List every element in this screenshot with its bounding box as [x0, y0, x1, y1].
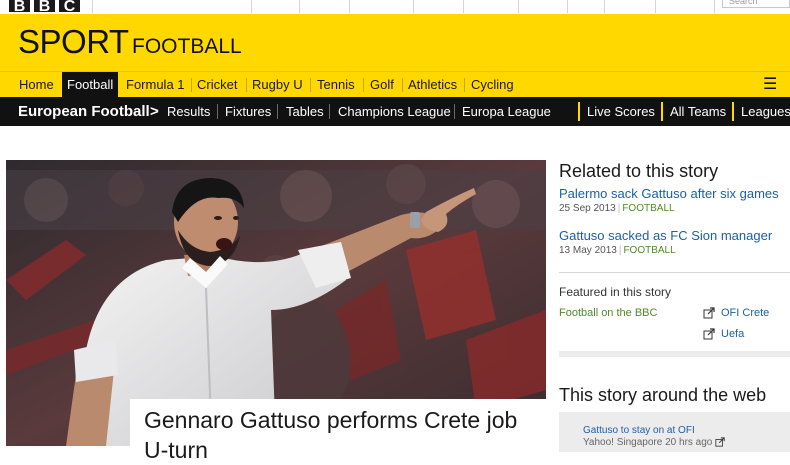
external-link-label[interactable]: Uefa: [721, 328, 744, 340]
topnav-divider: [251, 0, 252, 13]
topnav-divider: [604, 0, 605, 13]
nav-divider: [402, 78, 403, 92]
sidebar-divider-band: [559, 351, 790, 357]
subnav-leagues[interactable]: Leagues: [741, 97, 790, 126]
article-headline: Gennaro Gattuso performs Crete job U-tur…: [144, 407, 518, 463]
topnav-divider: [463, 0, 464, 13]
related-title: Related to this story: [559, 161, 719, 181]
featured-external-link[interactable]: Uefa: [703, 328, 744, 340]
related-story-link[interactable]: Palermo sack Gattuso after six games: [559, 186, 779, 201]
subnav-divider-yellow: [578, 102, 580, 121]
nav-divider: [363, 78, 364, 92]
topnav-divider: [655, 0, 656, 13]
related-story-category[interactable]: FOOTBALL: [622, 203, 674, 214]
subnav-all-teams[interactable]: All Teams: [670, 97, 726, 126]
search-input[interactable]: Search: [722, 0, 790, 8]
subnav-results[interactable]: Results: [167, 97, 210, 126]
nav-item-tennis[interactable]: Tennis: [317, 72, 355, 97]
bbc-logo-letter-b1[interactable]: B: [9, 0, 30, 14]
sport-banner: SPORT FOOTBALL: [0, 14, 790, 71]
nav-divider: [191, 78, 192, 92]
subnav-fixtures[interactable]: Fixtures: [225, 97, 271, 126]
featured-title: Featured in this story: [559, 285, 672, 299]
related-story-category[interactable]: FOOTBALL: [623, 245, 675, 256]
headline-box: Gennaro Gattuso performs Crete job U-tur…: [130, 399, 546, 463]
nav-item-golf[interactable]: Golf: [370, 72, 394, 97]
subnav-divider-yellow: [661, 102, 663, 121]
nav-divider: [310, 78, 311, 92]
sport-nav: Home Football Formula 1 Cricket Rugby U …: [0, 71, 790, 97]
nav-divider: [464, 78, 465, 92]
bbc-logo-letter-b2[interactable]: B: [34, 0, 55, 14]
topnav-divider: [567, 0, 568, 13]
subnav-live-scores[interactable]: Live Scores: [587, 97, 655, 126]
related-story-meta: 25 Sep 2013 | FOOTBALL: [559, 203, 675, 214]
subnav-champions-league[interactable]: Champions League: [338, 97, 451, 126]
related-story-date: 13 May 2013: [559, 245, 617, 256]
bbc-logo-letter-c[interactable]: C: [59, 0, 80, 14]
nav-item-rugby-u[interactable]: Rugby U: [252, 72, 303, 97]
nav-item-formula-1[interactable]: Formula 1: [126, 72, 185, 97]
european-football-nav: European Football > Results Fixtures Tab…: [0, 97, 790, 126]
related-story-date: 25 Sep 2013: [559, 203, 616, 214]
topnav-divider: [349, 0, 350, 13]
subnav-tables[interactable]: Tables: [286, 97, 324, 126]
sidebar-divider: [559, 272, 790, 273]
featured-bbc-link[interactable]: Football on the BBC: [559, 307, 657, 319]
around-web-source-text: Yahoo! Singapore 20 hrs ago: [583, 437, 713, 448]
related-story-meta: 13 May 2013 | FOOTBALL: [559, 245, 676, 256]
around-web-story-link[interactable]: Gattuso to stay on at OFI: [583, 425, 695, 436]
external-link-icon: [703, 307, 715, 319]
topnav-divider: [413, 0, 414, 13]
bbc-top-bar: B B C Search: [0, 0, 790, 14]
around-web-box: Gattuso to stay on at OFI Yahoo! Singapo…: [559, 412, 790, 452]
sport-section-title[interactable]: SPORT: [18, 24, 129, 60]
around-web-title: This story around the web: [559, 385, 767, 405]
subnav-divider: [217, 104, 218, 119]
football-subsection-title[interactable]: FOOTBALL: [132, 35, 242, 59]
subnav-europa-league[interactable]: Europa League: [462, 97, 551, 126]
featured-external-link[interactable]: OFI Crete: [703, 307, 769, 319]
topnav-divider: [714, 0, 715, 13]
nav-divider: [246, 78, 247, 92]
subnav-divider: [329, 104, 330, 119]
nav-item-cricket[interactable]: Cricket: [197, 72, 237, 97]
subnav-divider-yellow: [732, 102, 734, 121]
around-web-story-source: Yahoo! Singapore 20 hrs ago: [583, 437, 725, 448]
subnav-divider: [277, 104, 278, 119]
topnav-divider: [299, 0, 300, 13]
nav-item-football[interactable]: Football: [62, 72, 119, 97]
nav-item-home[interactable]: Home: [19, 72, 54, 97]
european-football-title[interactable]: European Football: [18, 97, 150, 126]
nav-item-cycling[interactable]: Cycling: [471, 72, 514, 97]
menu-icon[interactable]: ☰: [763, 72, 777, 97]
external-link-icon: [703, 328, 715, 340]
topnav-divider: [92, 0, 93, 13]
nav-item-athletics[interactable]: Athletics: [408, 72, 457, 97]
topnav-divider: [518, 0, 519, 13]
external-link-label[interactable]: OFI Crete: [721, 307, 769, 319]
chevron-right-icon: >: [150, 103, 159, 120]
related-story-link[interactable]: Gattuso sacked as FC Sion manager: [559, 228, 772, 243]
subnav-divider: [454, 104, 455, 119]
